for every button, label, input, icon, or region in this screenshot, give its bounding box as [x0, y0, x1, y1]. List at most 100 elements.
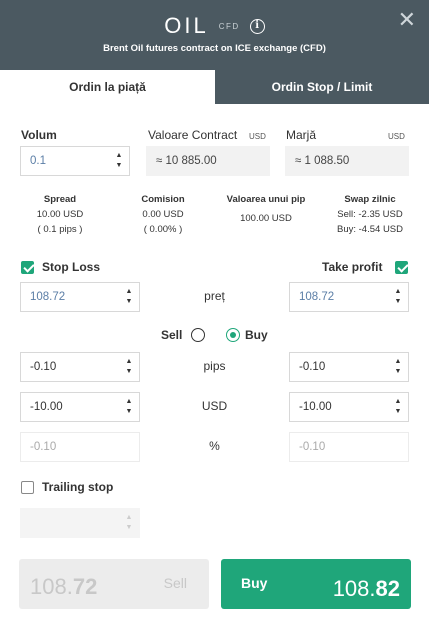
tab-market-order[interactable]: Ordin la piață — [0, 70, 215, 104]
decrement-icon[interactable]: ▼ — [394, 367, 402, 377]
stop-loss-pips-stepper[interactable]: ▲ ▼ — [125, 357, 133, 377]
decrement-icon[interactable]: ▼ — [394, 297, 402, 307]
buy-button-label: Buy — [241, 575, 268, 591]
volume-stepper[interactable]: ▲ ▼ — [115, 151, 123, 171]
instrument-type-badge: CFD — [218, 21, 240, 31]
volume-label: Volum — [21, 128, 57, 142]
spread-usd: 10.00 USD — [36, 209, 84, 220]
commission-title: Comision — [141, 194, 185, 205]
stop-loss-usd-stepper[interactable]: ▲ ▼ — [125, 397, 133, 417]
sell-price: 108.72 — [30, 574, 97, 600]
stop-loss-price-input[interactable]: 108.72 ▲ ▼ — [20, 282, 140, 312]
sell-price-main: 108. — [30, 574, 73, 599]
percent-row-label: % — [209, 439, 220, 453]
stop-loss-percent-value: -0.10 — [30, 441, 57, 453]
margin-label: Marjă — [286, 128, 317, 142]
spread-title: Spread — [43, 194, 77, 205]
take-profit-price-stepper[interactable]: ▲ ▼ — [394, 287, 402, 307]
take-profit-usd-input[interactable]: -10.00 ▲ ▼ — [289, 392, 409, 422]
decrement-icon[interactable]: ▼ — [125, 367, 133, 377]
take-profit-usd-stepper[interactable]: ▲ ▼ — [394, 397, 402, 417]
stop-loss-checkbox[interactable] — [21, 261, 34, 274]
info-icon[interactable]: i — [249, 18, 265, 34]
trailing-stop-stepper: ▲ ▼ — [125, 513, 133, 533]
close-icon[interactable]: ✕ — [398, 9, 416, 31]
swap-title: Swap zilnic — [344, 194, 396, 205]
increment-icon[interactable]: ▲ — [125, 357, 133, 367]
trailing-stop-input: ▲ ▼ — [20, 508, 140, 538]
swap-sell: Sell: -2.35 USD — [337, 209, 403, 220]
volume-value: 0.1 — [30, 155, 46, 167]
decrement-icon[interactable]: ▼ — [125, 297, 133, 307]
take-profit-pips-value: -0.10 — [299, 361, 326, 373]
buy-price-main: 108. — [332, 576, 376, 601]
instrument-symbol: OIL — [164, 13, 209, 38]
margin-field: ≈ 1 088.50 — [285, 146, 409, 176]
contract-value: ≈ 10 885.00 — [156, 155, 217, 167]
decrement-icon: ▼ — [125, 524, 133, 531]
stop-loss-pips-input[interactable]: -0.10 ▲ ▼ — [20, 352, 140, 382]
pips-row-label: pips — [203, 359, 226, 373]
swap-buy: Buy: -4.54 USD — [337, 224, 403, 235]
order-type-tabs: Ordin la piață Ordin Stop / Limit — [0, 70, 429, 104]
increment-icon[interactable]: ▲ — [394, 287, 402, 297]
increment-icon[interactable]: ▲ — [125, 397, 133, 407]
sell-radio-label: Sell — [161, 328, 183, 342]
trailing-stop-checkbox[interactable] — [21, 481, 34, 494]
decrement-icon[interactable]: ▼ — [394, 407, 402, 417]
take-profit-checkbox[interactable] — [395, 261, 408, 274]
sell-radio[interactable] — [191, 328, 205, 342]
increment-icon: ▲ — [125, 514, 133, 521]
take-profit-usd-value: -10.00 — [299, 401, 332, 413]
buy-radio[interactable] — [226, 328, 240, 342]
instrument-description: Brent Oil futures contract on ICE exchan… — [103, 43, 326, 54]
increment-icon[interactable]: ▲ — [125, 287, 133, 297]
stop-loss-pips-value: -0.10 — [30, 361, 57, 373]
contract-value-currency: USD — [249, 132, 266, 141]
stop-loss-usd-input[interactable]: -10.00 ▲ ▼ — [20, 392, 140, 422]
increment-icon[interactable]: ▲ — [394, 357, 402, 367]
commission-usd: 0.00 USD — [142, 209, 184, 220]
spread-pips: ( 0.1 pips ) — [37, 224, 83, 235]
take-profit-price-value: 108.72 — [299, 291, 335, 303]
commission-stat: Comision 0.00 USD ( 0.00% ) — [118, 192, 208, 237]
buy-price-bold: 82 — [375, 576, 400, 601]
buy-button[interactable]: Buy 108.82 — [221, 559, 411, 609]
stop-loss-percent-field: -0.10 — [20, 432, 140, 462]
sell-button[interactable]: 108.72 Sell — [19, 559, 209, 609]
take-profit-pips-stepper[interactable]: ▲ ▼ — [394, 357, 402, 377]
title-row: OIL CFD i — [0, 13, 429, 39]
stop-loss-price-value: 108.72 — [30, 291, 66, 303]
take-profit-percent-value: -0.10 — [299, 441, 326, 453]
sell-button-label: Sell — [163, 575, 187, 591]
take-profit-percent-field: -0.10 — [289, 432, 409, 462]
price-row-label: preț — [204, 289, 225, 303]
buy-radio-label: Buy — [245, 328, 268, 342]
pip-value-stat: Valoarea unui pip 100.00 USD — [212, 192, 320, 226]
stop-loss-price-stepper[interactable]: ▲ ▼ — [125, 287, 133, 307]
spread-stat: Spread 10.00 USD ( 0.1 pips ) — [15, 192, 105, 237]
margin-value: ≈ 1 088.50 — [295, 155, 350, 167]
commission-percent: ( 0.00% ) — [143, 224, 183, 235]
increment-icon[interactable]: ▲ — [394, 397, 402, 407]
order-header: OIL CFD i Brent Oil futures contract on IC… — [0, 0, 429, 70]
pip-value-usd: 100.00 USD — [240, 213, 292, 224]
increment-icon[interactable]: ▲ — [115, 151, 123, 161]
trailing-stop-label: Trailing stop — [42, 480, 114, 494]
pip-value-title: Valoarea unui pip — [226, 194, 306, 205]
decrement-icon[interactable]: ▼ — [125, 407, 133, 417]
stop-loss-label: Stop Loss — [42, 260, 101, 274]
take-profit-price-input[interactable]: 108.72 ▲ ▼ — [289, 282, 409, 312]
stop-loss-usd-value: -10.00 — [30, 401, 63, 413]
buy-price: 108.82 — [333, 576, 400, 602]
take-profit-label: Take profit — [322, 260, 383, 274]
sell-price-bold: 72 — [72, 574, 98, 599]
usd-row-label: USD — [201, 399, 228, 413]
take-profit-pips-input[interactable]: -0.10 ▲ ▼ — [289, 352, 409, 382]
swap-stat: Swap zilnic Sell: -2.35 USD Buy: -4.54 U… — [326, 192, 414, 237]
decrement-icon[interactable]: ▼ — [115, 161, 123, 171]
tab-stop-limit-order[interactable]: Ordin Stop / Limit — [215, 70, 429, 104]
volume-input[interactable]: 0.1 ▲ ▼ — [20, 146, 130, 176]
margin-currency: USD — [388, 132, 405, 141]
contract-value-field: ≈ 10 885.00 — [146, 146, 270, 176]
